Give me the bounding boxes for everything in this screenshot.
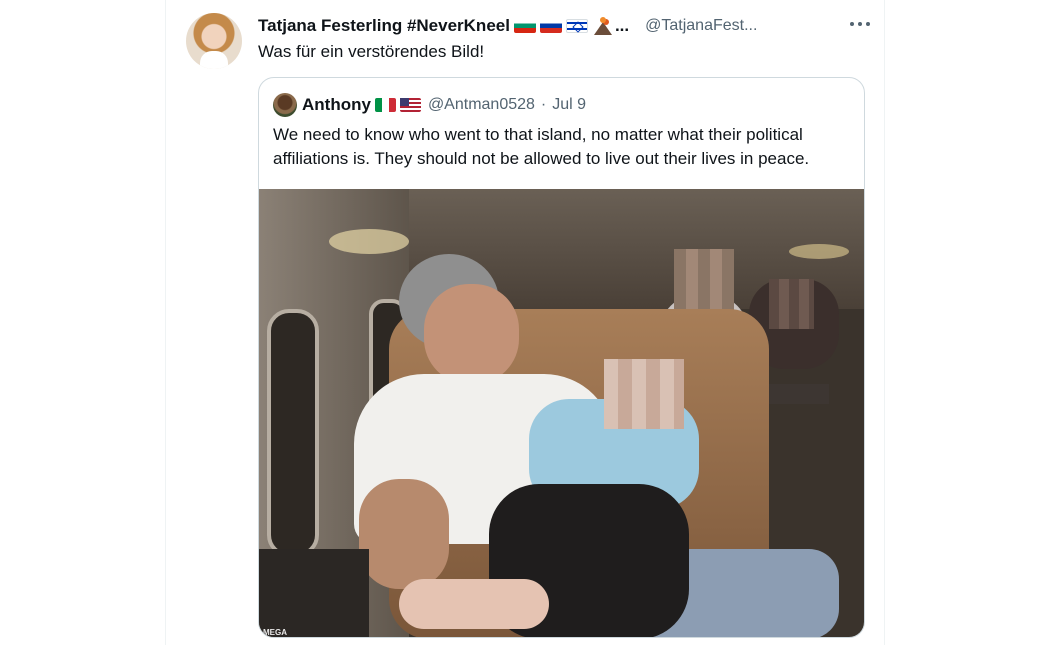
flag-italy-icon [374, 98, 396, 112]
flag-israel-icon [565, 19, 588, 33]
flag-usa-icon [399, 98, 421, 112]
photo-light [789, 244, 849, 259]
name-ellipsis: ... [614, 16, 630, 35]
photo-watermark: MEGA [263, 628, 287, 637]
tweet[interactable]: Tatjana Festerling #NeverKneel ... @Tatj… [166, 0, 884, 645]
photo-child-foot [399, 579, 549, 629]
photo-blur-face [769, 279, 814, 329]
quoted-tweet-header: Anthony @Antman0528 · Jul 9 [273, 93, 586, 117]
volcano-icon [592, 17, 614, 35]
photo-man-face [424, 284, 519, 384]
more-icon[interactable] [850, 16, 870, 32]
photo-blur-face [674, 249, 734, 314]
photo-light [329, 229, 409, 254]
quoted-author-name: Anthony [302, 95, 371, 114]
photo-blur-face [604, 359, 684, 429]
author-avatar[interactable] [186, 13, 242, 69]
photo-window-1 [267, 309, 319, 557]
tweet-header: Tatjana Festerling #NeverKneel ... @Tatj… [258, 14, 868, 38]
author-handle[interactable]: @TatjanaFest... [645, 17, 757, 35]
tweet-photo[interactable]: MEGA [259, 189, 864, 637]
photo-console [259, 549, 369, 637]
author-name[interactable]: Tatjana Festerling #NeverKneel [258, 16, 510, 36]
photo-man-arm [359, 479, 449, 589]
quoted-tweet-date: Jul 9 [552, 96, 587, 113]
separator-dot: · [540, 96, 547, 113]
flag-bulgaria-icon [513, 19, 536, 33]
flag-russia-icon [539, 19, 562, 33]
quoted-author-avatar [273, 93, 297, 117]
tweet-text: Was für ein verstörendes Bild! [258, 42, 485, 61]
quoted-author-handle: @Antman0528 [427, 96, 535, 113]
quoted-tweet[interactable]: Anthony @Antman0528 · Jul 9 We need to k… [258, 77, 865, 638]
timeline-border-right [884, 0, 885, 645]
quoted-tweet-text: We need to know who went to that island,… [273, 125, 810, 168]
